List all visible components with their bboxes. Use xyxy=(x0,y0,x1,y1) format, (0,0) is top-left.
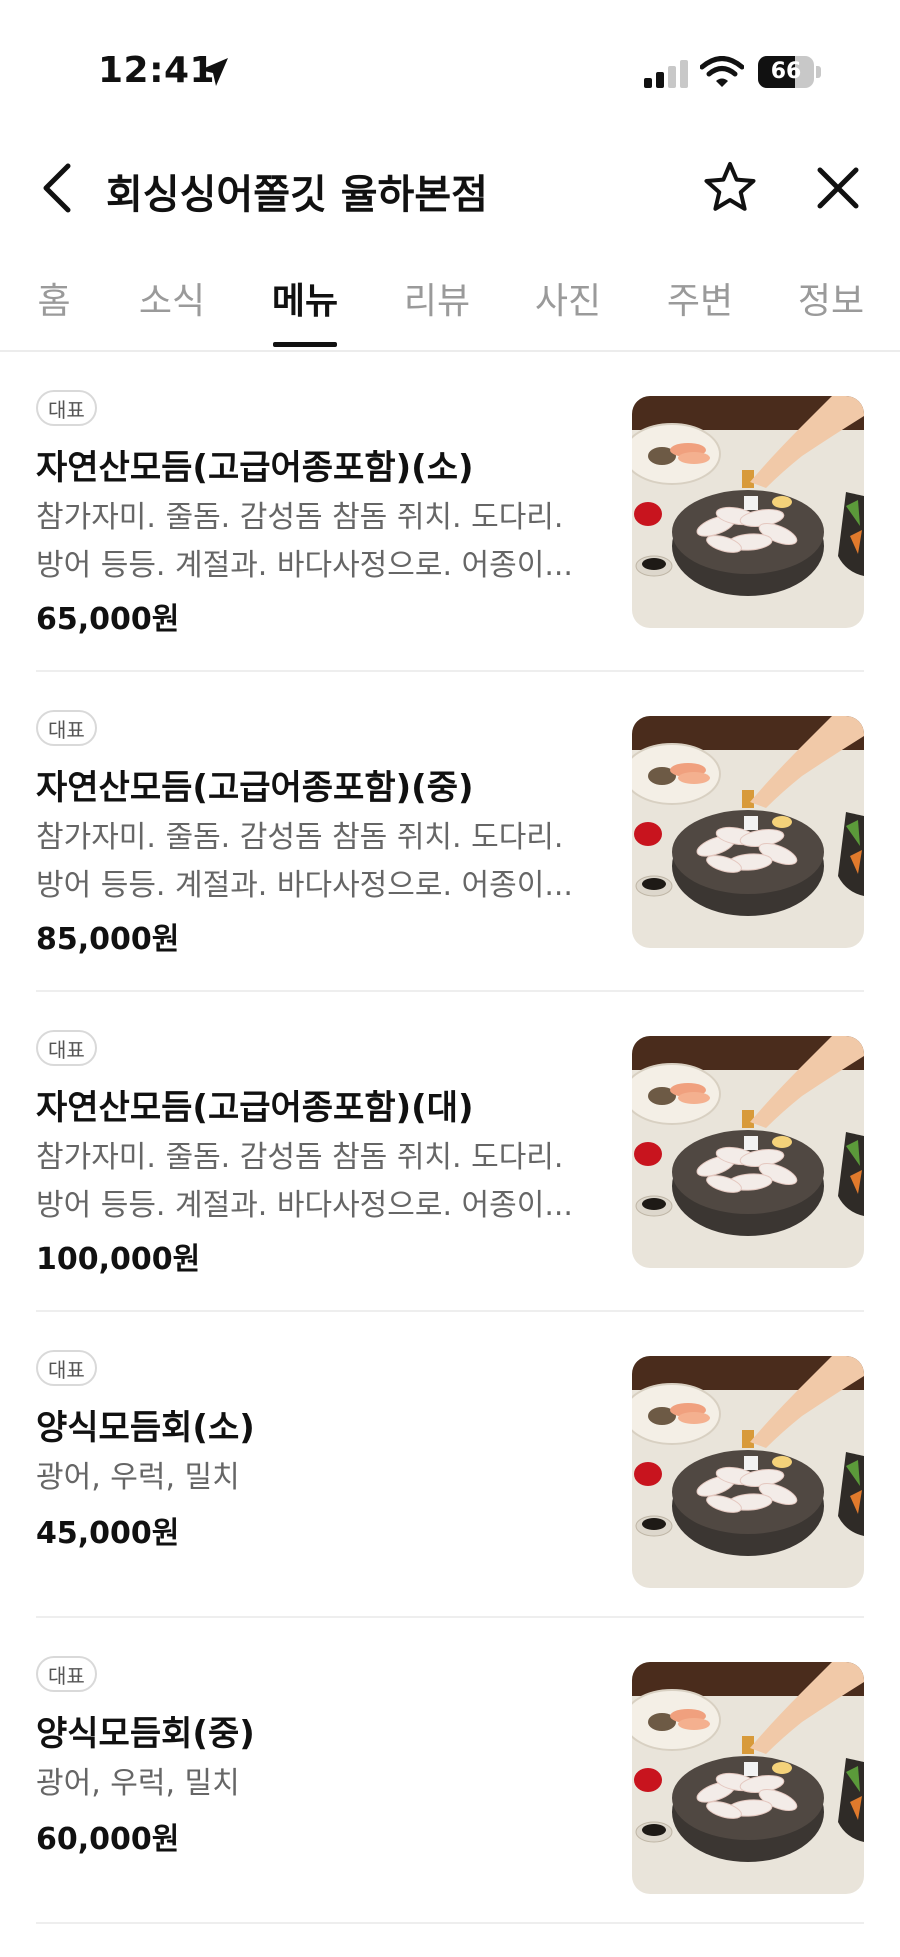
menu-item-description-line: 광어, 우럭, 밀치 xyxy=(36,1766,240,1801)
featured-badge: 대표 xyxy=(36,1350,97,1386)
menu-item-photo[interactable] xyxy=(632,1036,864,1268)
menu-item-price: 85,000원 xyxy=(36,922,180,957)
menu-item-name: 양식모듬회(소) xyxy=(36,1408,255,1448)
menu-item[interactable]: 대표 자연산모듬(고급어종포함)(대) 참가자미. 줄돔. 감성돔 참돔 쥐치.… xyxy=(36,992,864,1312)
featured-badge: 대표 xyxy=(36,390,97,426)
menu-item-description-line: 방어 등등. 계절과. 바다사정으로. 어종이... xyxy=(36,1188,573,1223)
menu-item-description-line: 광어, 우럭, 밀치 xyxy=(36,1460,240,1495)
menu-item[interactable]: 대표 자연산모듬(고급어종포함)(중) 참가자미. 줄돔. 감성돔 참돔 쥐치.… xyxy=(36,672,864,992)
signal-icon xyxy=(644,60,688,88)
menu-item-description-line: 참가자미. 줄돔. 감성돔 참돔 쥐치. 도다리. xyxy=(36,1140,564,1175)
menu-item-price: 100,000원 xyxy=(36,1242,201,1277)
sashimi-plate-illustration xyxy=(632,1662,864,1894)
sashimi-plate-illustration xyxy=(632,716,864,948)
close-button[interactable] xyxy=(808,158,868,218)
menu-item-description: 참가자미. 줄돔. 감성돔 참돔 쥐치. 도다리. 방어 등등. 계절과. 바다… xyxy=(36,814,596,910)
menu-item-description: 참가자미. 줄돔. 감성돔 참돔 쥐치. 도다리. 방어 등등. 계절과. 바다… xyxy=(36,494,596,590)
status-bar: 12:41 66 xyxy=(0,0,900,140)
menu-item[interactable]: 대표 양식모듬회(소) 광어, 우럭, 밀치 45,000원 xyxy=(36,1312,864,1618)
tab-nearby[interactable]: 주변 xyxy=(667,272,733,324)
menu-item-description: 광어, 우럭, 밀치 xyxy=(36,1454,596,1502)
close-x-icon xyxy=(817,167,859,209)
menu-item-name: 양식모듬회(중) xyxy=(36,1714,255,1754)
divider xyxy=(36,1922,864,1924)
menu-item-description: 광어, 우럭, 밀치 xyxy=(36,1760,596,1808)
star-outline-icon xyxy=(704,162,756,211)
menu-item-photo[interactable] xyxy=(632,396,864,628)
menu-item-price: 60,000원 xyxy=(36,1822,180,1857)
menu-item-photo[interactable] xyxy=(632,716,864,948)
featured-badge: 대표 xyxy=(36,710,97,746)
tab-news[interactable]: 소식 xyxy=(139,272,205,324)
menu-item-name: 자연산모듬(고급어종포함)(중) xyxy=(36,768,474,808)
page-title: 회싱싱어쫄깃 율하본점 xyxy=(106,172,488,218)
menu-item-description-line: 방어 등등. 계절과. 바다사정으로. 어종이... xyxy=(36,868,573,903)
menu-item-photo[interactable] xyxy=(632,1662,864,1894)
featured-badge: 대표 xyxy=(36,1656,97,1692)
menu-item[interactable]: 대표 자연산모듬(고급어종포함)(소) 참가자미. 줄돔. 감성돔 참돔 쥐치.… xyxy=(36,352,864,672)
tab-active-indicator xyxy=(273,342,337,347)
menu-item[interactable]: 대표 양식모듬회(중) 광어, 우럭, 밀치 60,000원 xyxy=(36,1618,864,1924)
sashimi-plate-illustration xyxy=(632,1036,864,1268)
menu-item-description: 참가자미. 줄돔. 감성돔 참돔 쥐치. 도다리. 방어 등등. 계절과. 바다… xyxy=(36,1134,596,1230)
menu-item-price: 65,000원 xyxy=(36,602,180,637)
location-arrow-icon xyxy=(200,58,228,86)
tab-photos[interactable]: 사진 xyxy=(535,272,601,324)
sashimi-plate-illustration xyxy=(632,396,864,628)
menu-item-photo[interactable] xyxy=(632,1356,864,1588)
back-button[interactable] xyxy=(30,160,86,216)
menu-item-description-line: 참가자미. 줄돔. 감성돔 참돔 쥐치. 도다리. xyxy=(36,820,564,855)
tab-home[interactable]: 홈 xyxy=(37,272,70,324)
wifi-icon xyxy=(700,56,744,87)
header: 회싱싱어쫄깃 율하본점 xyxy=(0,140,900,240)
tab-reviews[interactable]: 리뷰 xyxy=(404,272,470,324)
battery-icon: 66 xyxy=(758,56,822,88)
tab-bar: 홈 소식 메뉴 리뷰 사진 주변 정보 xyxy=(0,258,900,352)
menu-item-description-line: 방어 등등. 계절과. 바다사정으로. 어종이... xyxy=(36,548,573,583)
menu-item-price: 45,000원 xyxy=(36,1516,180,1551)
back-chevron-icon xyxy=(43,163,71,213)
featured-badge: 대표 xyxy=(36,1030,97,1066)
battery-level: 66 xyxy=(770,59,802,84)
tab-menu[interactable]: 메뉴 xyxy=(272,272,338,324)
menu-item-name: 자연산모듬(고급어종포함)(소) xyxy=(36,448,474,488)
menu-item-name: 자연산모듬(고급어종포함)(대) xyxy=(36,1088,474,1128)
favorite-button[interactable] xyxy=(700,158,760,218)
menu-item-description-line: 참가자미. 줄돔. 감성돔 참돔 쥐치. 도다리. xyxy=(36,500,564,535)
sashimi-plate-illustration xyxy=(632,1356,864,1588)
tab-info[interactable]: 정보 xyxy=(798,272,864,324)
